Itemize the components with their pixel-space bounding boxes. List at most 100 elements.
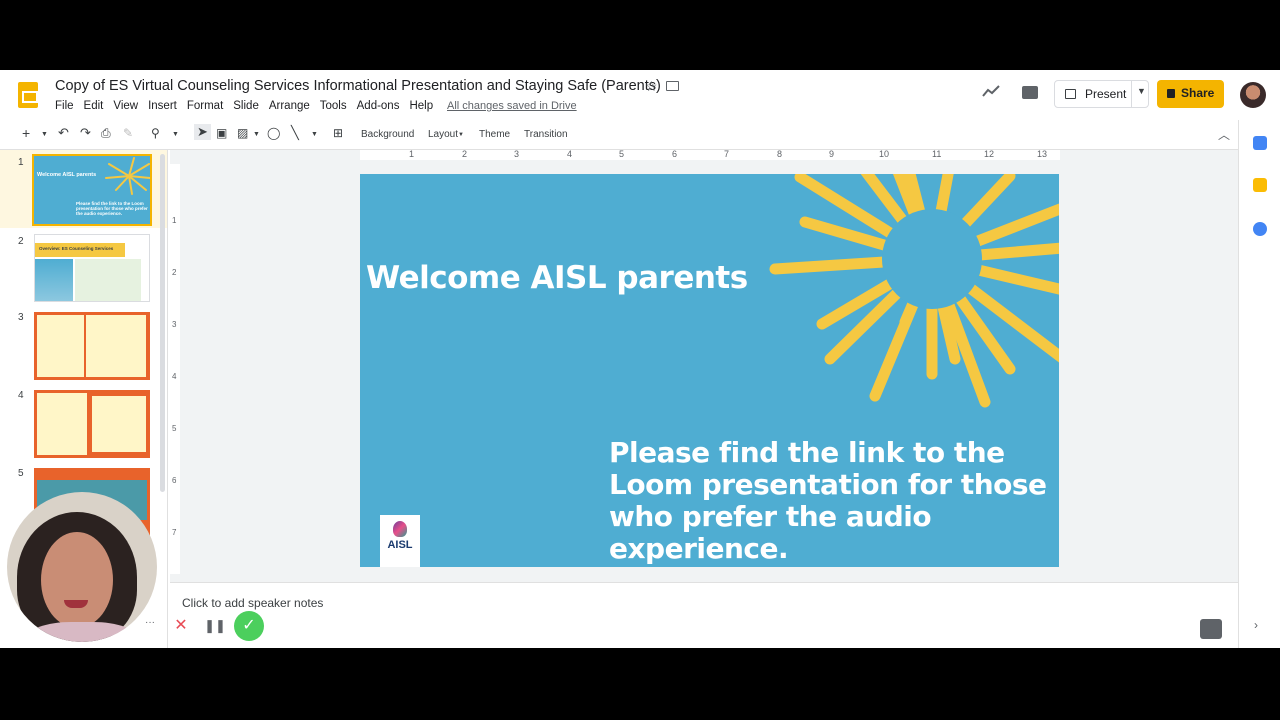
menu-view[interactable]: View <box>113 100 138 112</box>
loom-cancel-button[interactable]: ✕ <box>168 613 194 639</box>
ruler-label: 5 <box>619 149 625 159</box>
slide-number: 2 <box>18 236 24 247</box>
menu-help[interactable]: Help <box>409 100 433 112</box>
activity-dashboard-icon[interactable] <box>982 84 1000 98</box>
ruler-vertical: 1 2 3 4 5 6 7 <box>170 164 180 574</box>
avatar[interactable] <box>1240 82 1266 108</box>
present-label: Present <box>1085 87 1127 101</box>
menu-arrange[interactable]: Arrange <box>269 100 310 112</box>
layout-chevron-icon[interactable]: ▼ <box>458 132 464 138</box>
thumb-box <box>92 396 146 452</box>
logo-text: AISL <box>387 539 413 551</box>
present-button[interactable]: Present ▼ <box>1054 80 1149 108</box>
add-comment-icon[interactable]: ⊞ <box>333 126 343 140</box>
tasks-icon[interactable] <box>1253 222 1267 236</box>
zoom-chevron-icon[interactable]: ▼ <box>172 131 179 138</box>
slide-title[interactable]: Welcome AISL parents <box>366 260 748 296</box>
undo-icon[interactable]: ↶ <box>58 125 69 141</box>
image-icon[interactable]: ▨ <box>237 126 248 140</box>
new-slide-icon[interactable]: + <box>22 125 30 141</box>
present-icon <box>1065 89 1076 99</box>
slides-app: Copy of ES Virtual Counseling Services I… <box>0 70 1280 648</box>
thumb-box <box>37 315 84 377</box>
ruler-label: 3 <box>514 149 520 159</box>
loom-more-button[interactable]: ··· <box>141 616 159 634</box>
calendar-icon[interactable] <box>1253 136 1267 150</box>
thumb-text-box <box>75 259 141 301</box>
thumb-title: Welcome AISL parents <box>37 172 97 178</box>
thumb-image <box>35 259 73 301</box>
redo-icon[interactable]: ↷ <box>80 125 91 141</box>
theme-button[interactable]: Theme <box>479 129 510 140</box>
select-icon[interactable]: ➤ <box>194 124 211 140</box>
side-panel <box>1238 120 1280 648</box>
slides-logo-icon[interactable] <box>18 82 38 108</box>
paint-format-icon[interactable]: ✎ <box>123 126 133 140</box>
share-button[interactable]: Share <box>1157 80 1224 108</box>
loom-finish-button[interactable]: ✓ <box>234 611 264 641</box>
ruler-label: 3 <box>172 320 177 329</box>
ruler-label: 1 <box>409 149 415 159</box>
menu-tools[interactable]: Tools <box>320 100 347 112</box>
share-label: Share <box>1181 86 1215 100</box>
image-chevron-icon[interactable]: ▼ <box>253 131 260 138</box>
layout-button[interactable]: Layout <box>428 129 458 140</box>
thumb-title: Overview: ES Counseling Services <box>39 246 114 251</box>
toolbar: + ▼ ↶ ↷ ⎙ ✎ ⚲ ▼ ➤ ▣ ▨ ▼ ◯ ╲ ▼ ⊞ Backgrou… <box>0 120 1238 150</box>
menu-addons[interactable]: Add-ons <box>357 100 400 112</box>
chevron-down-icon[interactable]: ▼ <box>1137 86 1146 96</box>
chevron-up-icon[interactable]: ︿ <box>1218 126 1230 143</box>
aisl-logo: AISL <box>380 515 420 567</box>
ruler-label: 7 <box>724 149 730 159</box>
ruler-label: 6 <box>172 476 177 485</box>
ruler-label: 5 <box>172 424 177 433</box>
menu-insert[interactable]: Insert <box>148 100 177 112</box>
ruler-label: 1 <box>172 216 177 225</box>
chevron-right-icon[interactable]: › <box>1254 618 1258 632</box>
line-icon[interactable]: ╲ <box>291 125 299 141</box>
save-status-link[interactable]: All changes saved in Drive <box>447 100 577 112</box>
new-slide-chevron-icon[interactable]: ▼ <box>41 131 48 138</box>
shape-icon[interactable]: ◯ <box>267 126 280 140</box>
print-icon[interactable]: ⎙ <box>101 126 111 141</box>
thumb-box <box>37 393 87 455</box>
present-divider <box>1131 81 1132 107</box>
ruler-label: 10 <box>879 149 890 159</box>
loom-camera-bubble[interactable] <box>7 492 157 642</box>
ruler-label: 12 <box>984 149 995 159</box>
menu-slide[interactable]: Slide <box>233 100 259 112</box>
slide-1[interactable]: Welcome AISL parents Please find the lin… <box>360 174 1059 567</box>
move-folder-icon[interactable] <box>666 81 679 91</box>
keep-icon[interactable] <box>1253 178 1267 192</box>
slide-body-text[interactable]: Please find the link to the Loom present… <box>609 437 1049 565</box>
aisl-emblem-icon <box>393 521 407 537</box>
transition-button[interactable]: Transition <box>524 129 568 140</box>
explore-icon[interactable] <box>1200 619 1222 639</box>
ruler-label: 4 <box>567 149 573 159</box>
thumb-body: Please find the link to the Loom present… <box>76 201 148 216</box>
menu-edit[interactable]: Edit <box>84 100 104 112</box>
comment-history-icon[interactable] <box>1022 86 1038 99</box>
slide-thumbnail-4[interactable] <box>34 390 150 458</box>
slide-thumbnail-2[interactable]: Overview: ES Counseling Services <box>34 234 150 302</box>
slide-thumbnail-3[interactable] <box>34 312 150 380</box>
background-button[interactable]: Background <box>361 129 414 140</box>
ruler-label: 8 <box>777 149 783 159</box>
menu-file[interactable]: File <box>55 100 74 112</box>
slide-number: 3 <box>18 312 24 323</box>
filmstrip-scrollbar[interactable] <box>160 154 165 492</box>
lock-icon <box>1167 89 1175 98</box>
line-chevron-icon[interactable]: ▼ <box>311 131 318 138</box>
text-box-icon[interactable]: ▣ <box>216 126 227 140</box>
star-icon[interactable]: ☆ <box>645 78 658 95</box>
speaker-notes-placeholder[interactable]: Click to add speaker notes <box>182 596 323 610</box>
slide-number: 4 <box>18 390 24 401</box>
menu-format[interactable]: Format <box>187 100 223 112</box>
slide-thumbnail-1[interactable]: Welcome AISL parents Please find the lin… <box>32 154 152 226</box>
speaker-notes[interactable]: Click to add speaker notes <box>170 582 1238 648</box>
thumb-box <box>86 315 146 377</box>
document-title[interactable]: Copy of ES Virtual Counseling Services I… <box>55 78 661 94</box>
ruler-label: 2 <box>462 149 468 159</box>
zoom-icon[interactable]: ⚲ <box>151 126 160 140</box>
loom-pause-button[interactable]: ❚❚ <box>202 613 228 639</box>
